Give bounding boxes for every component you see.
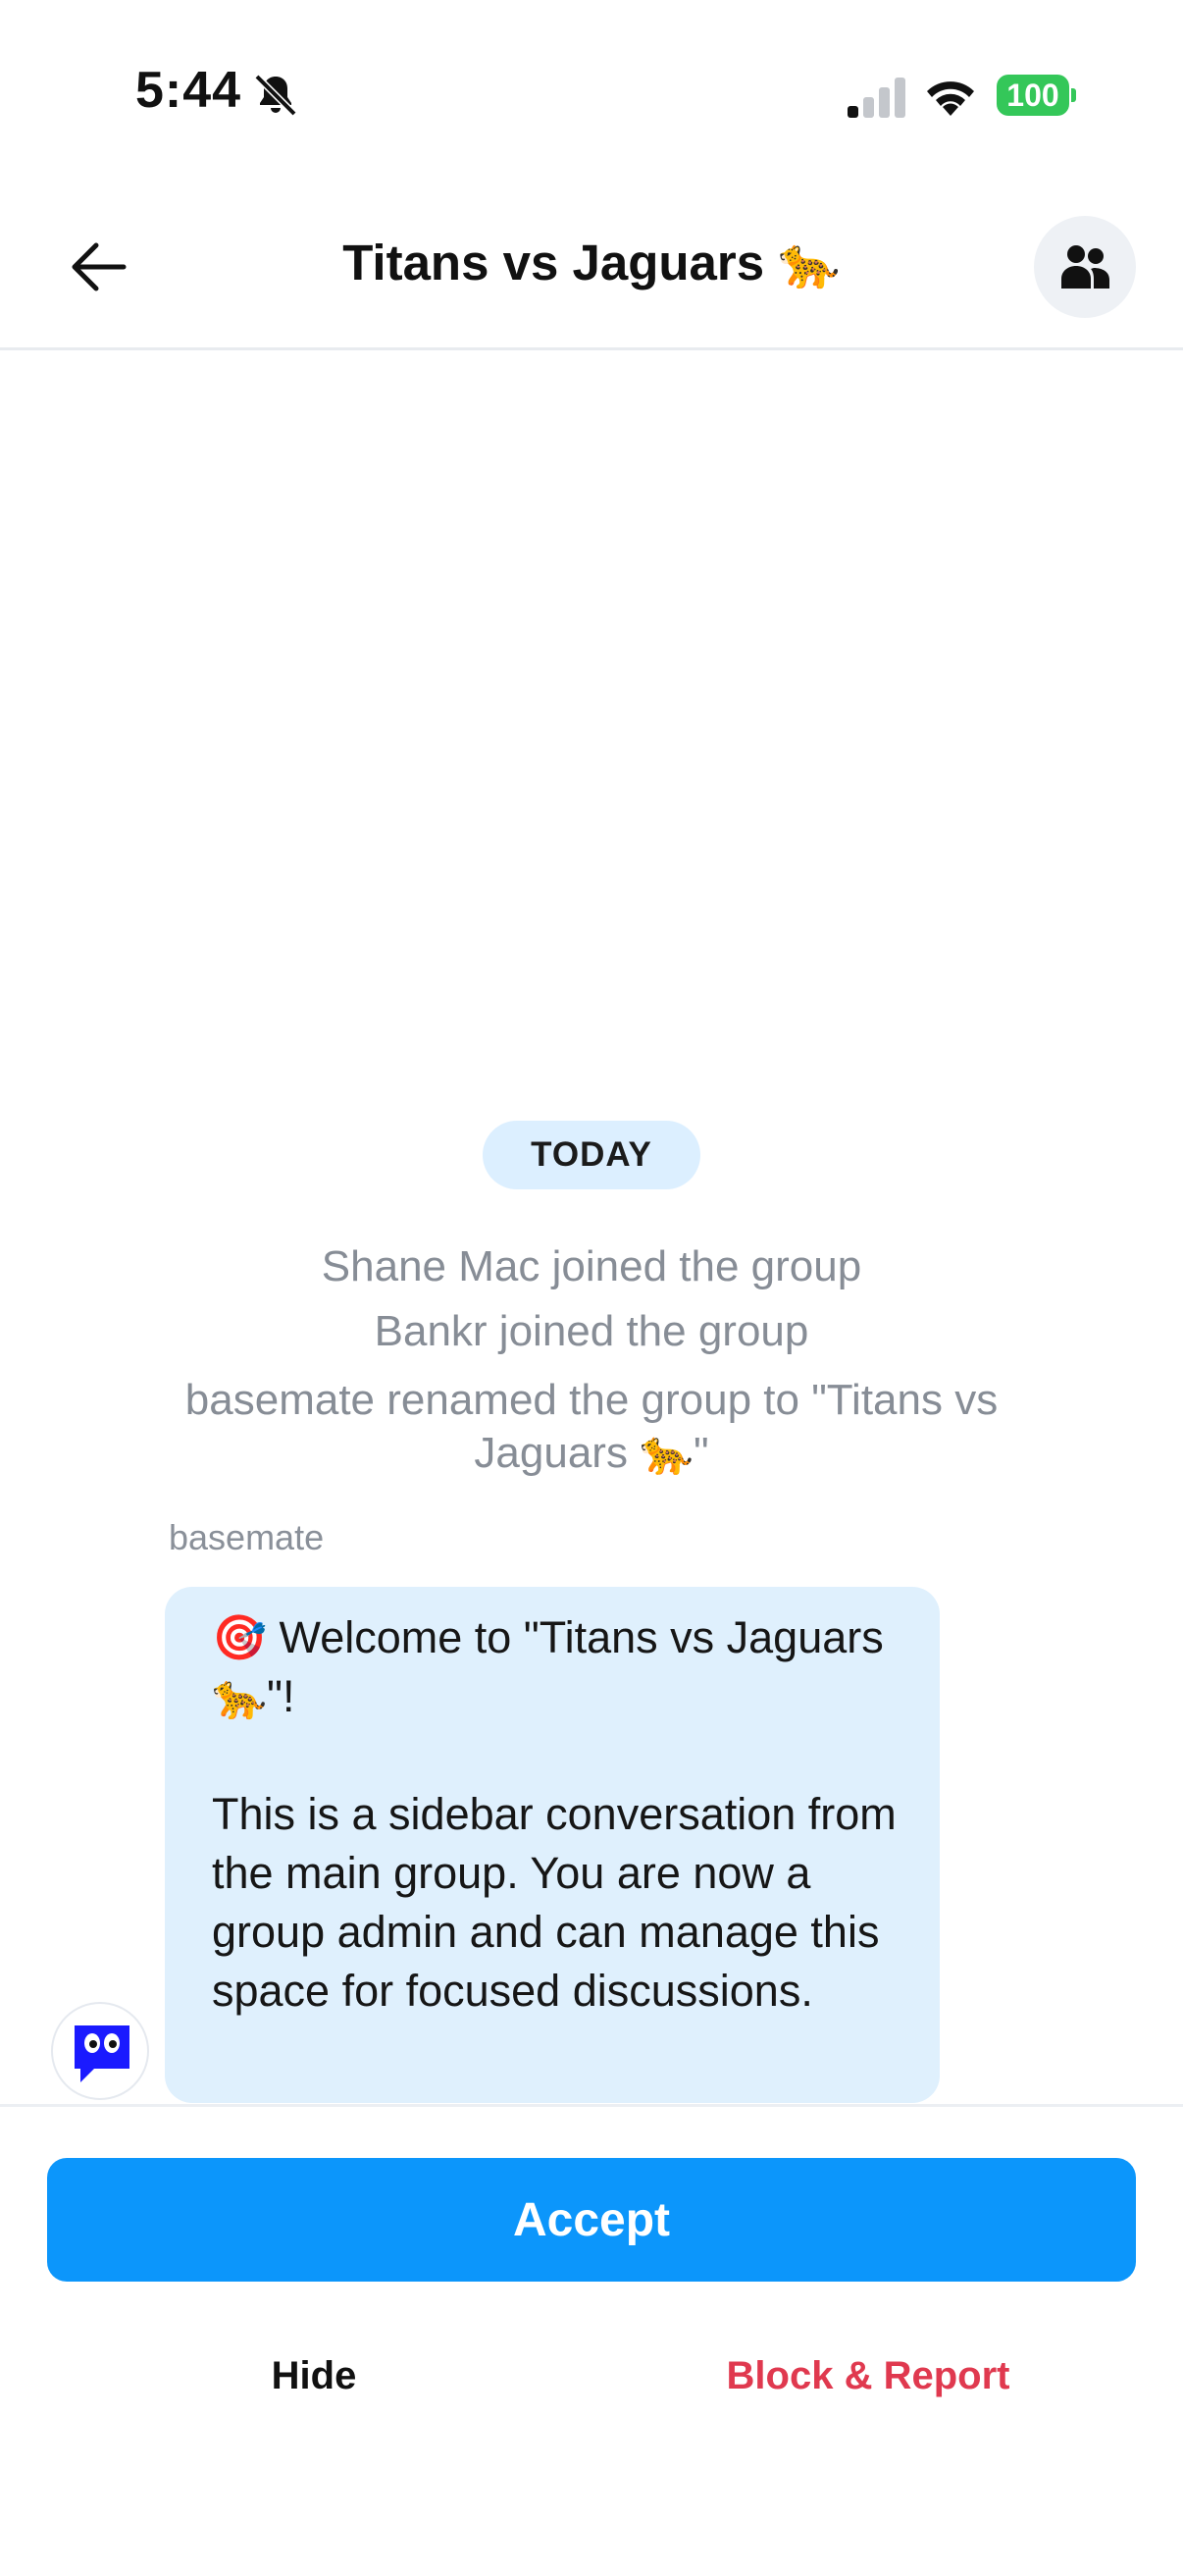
message-text: 🎯 Welcome to "Titans vs Jaguars 🐆"! This…: [212, 1612, 897, 2016]
page-title: Titans vs Jaguars 🐆: [342, 235, 841, 290]
wifi-icon: [927, 81, 974, 116]
message-sender: basemate: [169, 1517, 325, 1557]
message-bubble[interactable]: 🎯 Welcome to "Titans vs Jaguars 🐆"! This…: [165, 1587, 940, 2103]
system-message: Shane Mac joined the group: [321, 1242, 862, 1290]
status-bar: 5:44 100: [0, 0, 1183, 186]
block-report-button[interactable]: Block & Report: [706, 2337, 1030, 2415]
avatar[interactable]: [51, 2002, 149, 2100]
status-time: 5:44: [135, 62, 242, 119]
battery-level: 100: [997, 75, 1069, 116]
people-icon: [1061, 245, 1109, 289]
members-button[interactable]: [1034, 216, 1136, 318]
chat-bubble-eyes-icon: [75, 2025, 129, 2082]
battery-icon: 100: [997, 75, 1076, 116]
chat-header: Titans vs Jaguars 🐆: [0, 186, 1183, 350]
accept-button[interactable]: Accept: [47, 2158, 1136, 2282]
system-message: Bankr joined the group: [374, 1307, 809, 1355]
bell-slash-icon: [254, 74, 297, 117]
signal-icon: [848, 78, 905, 118]
request-actions-panel: Accept Hide Block & Report: [0, 2104, 1183, 2576]
system-message: basemate renamed the group to "Titans vs…: [184, 1376, 999, 1477]
date-divider: TODAY: [483, 1121, 700, 1189]
hide-button[interactable]: Hide: [196, 2337, 432, 2415]
